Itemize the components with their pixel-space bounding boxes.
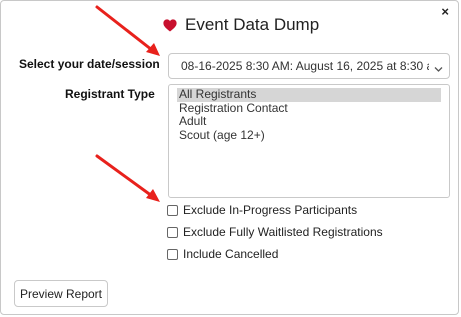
date-session-label: Select your date/session <box>19 57 160 71</box>
registrant-option-contact[interactable]: Registration Contact <box>177 101 441 116</box>
exclude-in-progress-row: Exclude In-Progress Participants <box>167 203 357 217</box>
chevron-down-icon <box>434 62 443 76</box>
include-cancelled-label[interactable]: Include Cancelled <box>183 247 278 261</box>
include-cancelled-checkbox[interactable] <box>167 248 178 260</box>
date-session-select[interactable]: 08-16-2025 8:30 AM: August 16, 2025 at 8… <box>168 53 450 79</box>
registrant-type-listbox[interactable]: All Registrants Registration Contact Adu… <box>168 84 450 198</box>
include-cancelled-row: Include Cancelled <box>167 247 278 261</box>
registrant-type-label: Registrant Type <box>65 87 155 101</box>
date-session-value: 08-16-2025 8:30 AM: August 16, 2025 at 8… <box>181 59 429 73</box>
dialog-title: Event Data Dump <box>185 15 320 34</box>
exclude-waitlisted-checkbox[interactable] <box>167 226 178 238</box>
exclude-in-progress-checkbox[interactable] <box>167 204 178 216</box>
preview-report-button[interactable]: Preview Report <box>14 280 108 307</box>
registrant-option-all[interactable]: All Registrants <box>177 87 441 102</box>
event-data-dump-dialog: × Event Data Dump Select your date/sessi… <box>0 0 459 315</box>
registrant-option-adult[interactable]: Adult <box>177 114 441 129</box>
dialog-header: Event Data Dump <box>163 15 319 35</box>
exclude-waitlisted-row: Exclude Fully Waitlisted Registrations <box>167 225 383 239</box>
heart-icon <box>163 18 177 32</box>
registrant-option-scout[interactable]: Scout (age 12+) <box>177 128 441 143</box>
exclude-waitlisted-label[interactable]: Exclude Fully Waitlisted Registrations <box>183 225 383 239</box>
exclude-in-progress-label[interactable]: Exclude In-Progress Participants <box>183 203 357 217</box>
close-icon[interactable]: × <box>441 5 449 19</box>
